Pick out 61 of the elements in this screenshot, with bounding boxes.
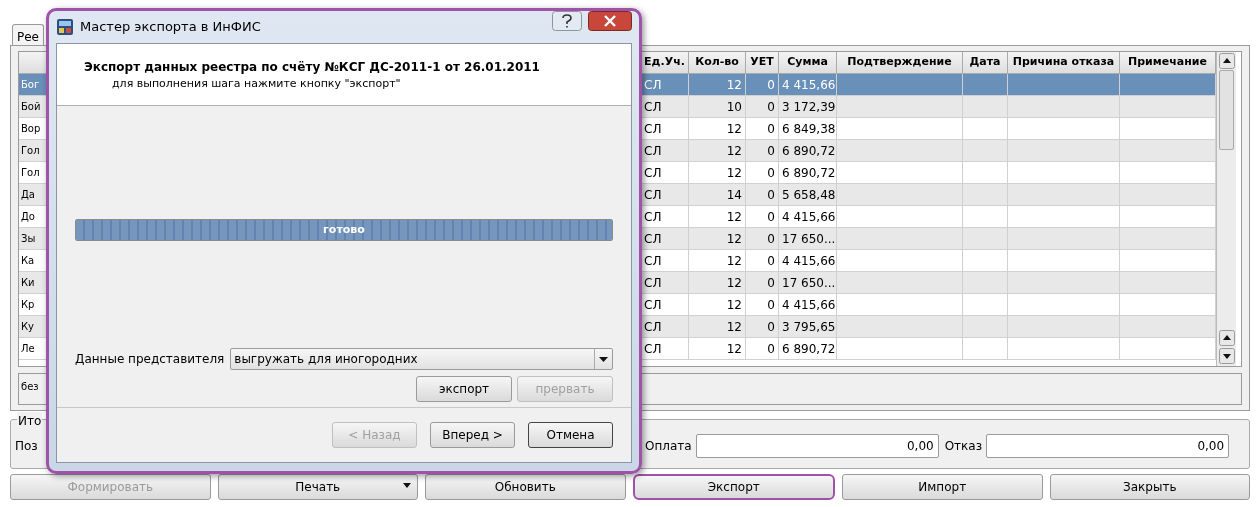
table-cell-text: СЛ [644,274,662,292]
table-cell-text: СЛ [644,208,662,226]
table-cell-text: 0 [767,230,775,248]
table-cell-text: 4 415,66 [782,252,836,270]
table-cell-text: СЛ [644,252,662,270]
table-cell-text: 12 [726,274,742,292]
table-cell-text: 4 415,66 [782,76,836,94]
table-cell-text: 0 [767,296,775,314]
table-cell-text: 4 415,66 [782,296,836,314]
table-cell-text: 3 795,65 [782,318,836,336]
table-cell-text: СЛ [644,98,662,116]
table-cell-text: 0 [767,340,775,358]
table-cell-text: 12 [726,252,742,270]
table-cell-text: 12 [726,208,742,226]
table-cell-text: СЛ [644,296,662,314]
field-label: Оплата [645,438,692,455]
table-cell-text: СЛ [644,230,662,248]
table-cell-text: 12 [726,230,742,248]
table-cell-text: 12 [726,142,742,160]
table-cell-text: 0 [767,318,775,336]
table-cell-text: 0 [767,120,775,138]
window-title: Мастер экспорта в ИнФИС [80,18,261,37]
table-cell-text: 12 [726,318,742,336]
progress-label: готово [322,221,366,238]
table-cell-text: 6 890,72 [782,340,836,358]
table-cell-text: 0 [767,164,775,182]
table-cell-text: 6 890,72 [782,142,836,160]
dialog-subheading: для выполнения шага нажмите кнопку "экспорт" [111,76,402,92]
table-cell-text: 3 172,39 [782,98,836,116]
note-text: без [21,381,39,392]
table-cell-text: 0 [767,186,775,204]
table-cell-text: СЛ [644,164,662,182]
table-cell-text: 0 [767,252,775,270]
table-cell-text: СЛ [644,120,662,138]
table-cell-text: 12 [726,120,742,138]
table-cell-text: СЛ [644,186,662,204]
table-cell-text: 0 [767,76,775,94]
field-label: Поз [15,438,39,455]
table-cell-text: 6 849,38 [782,120,836,138]
table-cell-text: 0 [767,208,775,226]
table-cell-text: СЛ [644,142,662,160]
table-cell-text: 12 [726,76,742,94]
field-label: Отказ [944,438,983,455]
table-cell-text: СЛ [644,318,662,336]
table-cell-text: 0 [767,142,775,160]
table-cell-text: 0 [767,274,775,292]
table-cell-text: 5 658,48 [782,186,836,204]
dialog-heading: Экспорт данных реестра по счёту №КСГ ДС-2011-1 от 26.01.2011 [84,59,541,76]
table-cell-text: 10 [726,98,742,116]
table-cell-text: 6 890,72 [782,164,836,182]
table-cell-text: 17 650... [782,274,836,292]
table-cell-text: 12 [726,164,742,182]
table-cell-text: 14 [726,186,742,204]
field-label: Данные представителя [75,351,225,368]
table-cell-text: 17 650... [782,230,836,248]
table-cell-text: СЛ [644,340,662,358]
table-cell-text: 12 [726,296,742,314]
table-cell-text: СЛ [644,76,662,94]
table-cell-text: 4 415,66 [782,208,836,226]
table-cell-text: 0 [767,98,775,116]
table-cell-text: 12 [726,340,742,358]
